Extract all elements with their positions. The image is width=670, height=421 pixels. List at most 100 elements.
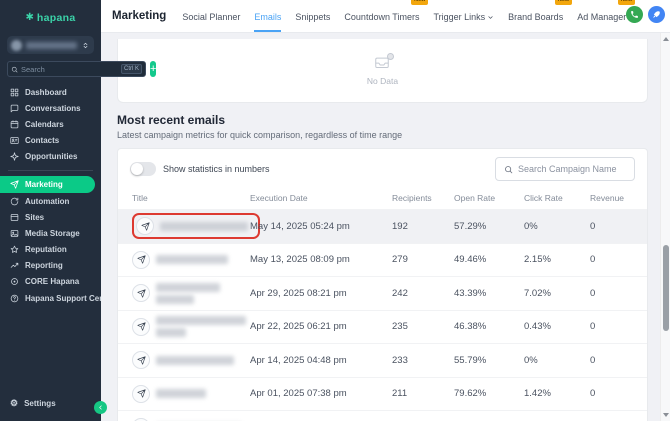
section-title: Most recent emails <box>117 113 648 127</box>
execution-date: May 13, 2025 08:09 pm <box>250 254 392 265</box>
tab-emails[interactable]: Emails <box>254 12 281 32</box>
tab-trigger-links[interactable]: Trigger Links <box>433 12 494 32</box>
tab-snippets[interactable]: Snippets <box>295 12 330 32</box>
revenue: 0 <box>590 221 633 232</box>
marketing-tabs: Social Planner Emails Snippets Countdown… <box>182 0 626 32</box>
send-icon <box>132 385 150 403</box>
sidebar-item-conversations[interactable]: Conversations <box>0 100 101 116</box>
execution-date: Apr 22, 2025 06:21 pm <box>250 321 392 332</box>
plus-icon: + <box>150 63 156 75</box>
email-title-redacted <box>156 356 234 365</box>
sidebar-item-label: Dashboard <box>25 88 67 97</box>
click-rate: 0% <box>524 355 590 366</box>
sidebar-item-settings[interactable]: ⚙ Settings <box>0 396 101 412</box>
phone-button[interactable] <box>626 6 643 23</box>
table-row[interactable]: Apr 29, 2025 08:21 pm 242 43.39% 7.02% 0 <box>118 276 647 310</box>
statistics-toggle[interactable] <box>130 162 156 176</box>
topbar-actions: ? HB <box>626 6 670 23</box>
sidebar-search-input[interactable] <box>21 65 118 74</box>
sidebar-search[interactable]: Ctrl K <box>7 61 146 77</box>
automation-icon <box>10 197 19 206</box>
recipients: 233 <box>392 355 454 366</box>
table-row[interactable]: May 13, 2025 08:09 pm 279 49.46% 2.15% 0 <box>118 243 647 277</box>
sidebar-nav: Dashboard Conversations Calendars Contac… <box>0 84 101 306</box>
account-selector[interactable] <box>7 36 94 54</box>
table-row[interactable]: Mar 20, 2025 09:15 am 1 100% 100% 0 <box>118 410 647 421</box>
vertical-scrollbar[interactable] <box>660 33 670 421</box>
tab-brand-boards[interactable]: Brand Boards New <box>508 12 563 32</box>
col-recipients[interactable]: Recipients <box>392 193 454 203</box>
campaign-search-input[interactable] <box>518 164 626 174</box>
send-icon <box>136 217 154 235</box>
table-row[interactable]: Apr 14, 2025 04:48 pm 233 55.79% 0% 0 <box>118 343 647 377</box>
execution-date: Apr 14, 2025 04:48 pm <box>250 355 392 366</box>
col-click-rate[interactable]: Click Rate <box>524 193 590 203</box>
sidebar-item-label: Conversations <box>25 104 81 113</box>
execution-date: Apr 01, 2025 07:38 pm <box>250 388 392 399</box>
col-revenue[interactable]: Revenue <box>590 193 633 203</box>
sidebar-item-opportunities[interactable]: Opportunities <box>0 149 101 165</box>
recipients: 279 <box>392 254 454 265</box>
no-data-icon <box>373 55 393 73</box>
email-title-redacted <box>156 316 246 325</box>
sidebar-item-core-hapana[interactable]: CORE Hapana <box>0 274 101 290</box>
table-row[interactable]: Apr 01, 2025 07:38 pm 211 79.62% 1.42% 0 <box>118 377 647 411</box>
sidebar-item-marketing[interactable]: Marketing <box>0 176 95 193</box>
col-title[interactable]: Title <box>132 193 250 203</box>
hapana-logo: ✱ hapana <box>0 4 101 32</box>
open-rate: 79.62% <box>454 388 524 399</box>
col-execution-date[interactable]: Execution Date <box>250 193 392 203</box>
scrollbar-thumb[interactable] <box>663 245 669 331</box>
scroll-down-arrow[interactable] <box>663 413 669 417</box>
open-rate: 43.39% <box>454 288 524 299</box>
sidebar-item-sites[interactable]: Sites <box>0 209 101 225</box>
chevron-left-icon <box>97 404 104 411</box>
send-icon <box>132 284 150 302</box>
scroll-up-arrow[interactable] <box>663 37 669 41</box>
col-open-rate[interactable]: Open Rate <box>454 193 524 203</box>
campaign-search[interactable] <box>495 157 635 181</box>
app-window: ✱ hapana Ctrl K + Dashboard Conversatio <box>0 0 670 421</box>
open-rate: 49.46% <box>454 254 524 265</box>
sidebar-item-reputation[interactable]: Reputation <box>0 242 101 258</box>
click-rate: 0.43% <box>524 321 590 332</box>
main-area: Marketing Social Planner Emails Snippets… <box>101 0 670 421</box>
sidebar-item-label: Calendars <box>25 120 64 129</box>
sidebar-collapse-button[interactable] <box>94 401 107 414</box>
revenue: 0 <box>590 288 633 299</box>
table-row[interactable]: May 14, 2025 05:24 pm 192 57.29% 0% 0 <box>118 209 647 243</box>
marketing-icon <box>10 180 19 189</box>
sidebar-item-automation[interactable]: Automation <box>0 193 101 209</box>
account-avatar <box>11 40 22 51</box>
table-row[interactable]: Apr 22, 2025 06:21 pm 235 46.38% 0.43% 0 <box>118 310 647 344</box>
sidebar-item-label: Opportunities <box>25 152 77 161</box>
statistics-toggle-label: Show statistics in numbers <box>163 164 270 174</box>
core-hapana-icon <box>10 277 19 286</box>
topbar: Marketing Social Planner Emails Snippets… <box>101 0 670 33</box>
account-name-redacted <box>26 42 77 49</box>
email-title-redacted <box>156 255 228 264</box>
sidebar-item-reporting[interactable]: Reporting <box>0 258 101 274</box>
search-icon <box>504 165 513 174</box>
new-badge: New <box>411 0 428 5</box>
shortcut-badge: Ctrl K <box>121 64 142 74</box>
send-icon <box>132 351 150 369</box>
search-icon <box>11 66 18 73</box>
annotation-red-box <box>132 213 260 239</box>
tab-countdown-timers[interactable]: Countdown Timers New <box>344 12 419 32</box>
sidebar-item-contacts[interactable]: Contacts <box>0 133 101 149</box>
media-storage-icon <box>10 229 19 238</box>
chevron-down-icon <box>487 14 494 21</box>
sidebar-item-label: Contacts <box>25 136 59 145</box>
sidebar-item-support-center[interactable]: Hapana Support Center <box>0 290 101 306</box>
tab-ad-manager[interactable]: Ad Manager New <box>577 12 626 32</box>
tab-social-planner[interactable]: Social Planner <box>182 12 240 32</box>
quick-add-button[interactable]: + <box>150 61 156 77</box>
recipients: 235 <box>392 321 454 332</box>
sidebar-item-label: Settings <box>24 399 56 408</box>
launcher-button[interactable] <box>648 6 665 23</box>
sidebar-item-calendars[interactable]: Calendars <box>0 116 101 132</box>
sidebar-item-dashboard[interactable]: Dashboard <box>0 84 101 100</box>
sidebar-item-label: Automation <box>25 197 69 206</box>
sidebar-item-media-storage[interactable]: Media Storage <box>0 225 101 241</box>
